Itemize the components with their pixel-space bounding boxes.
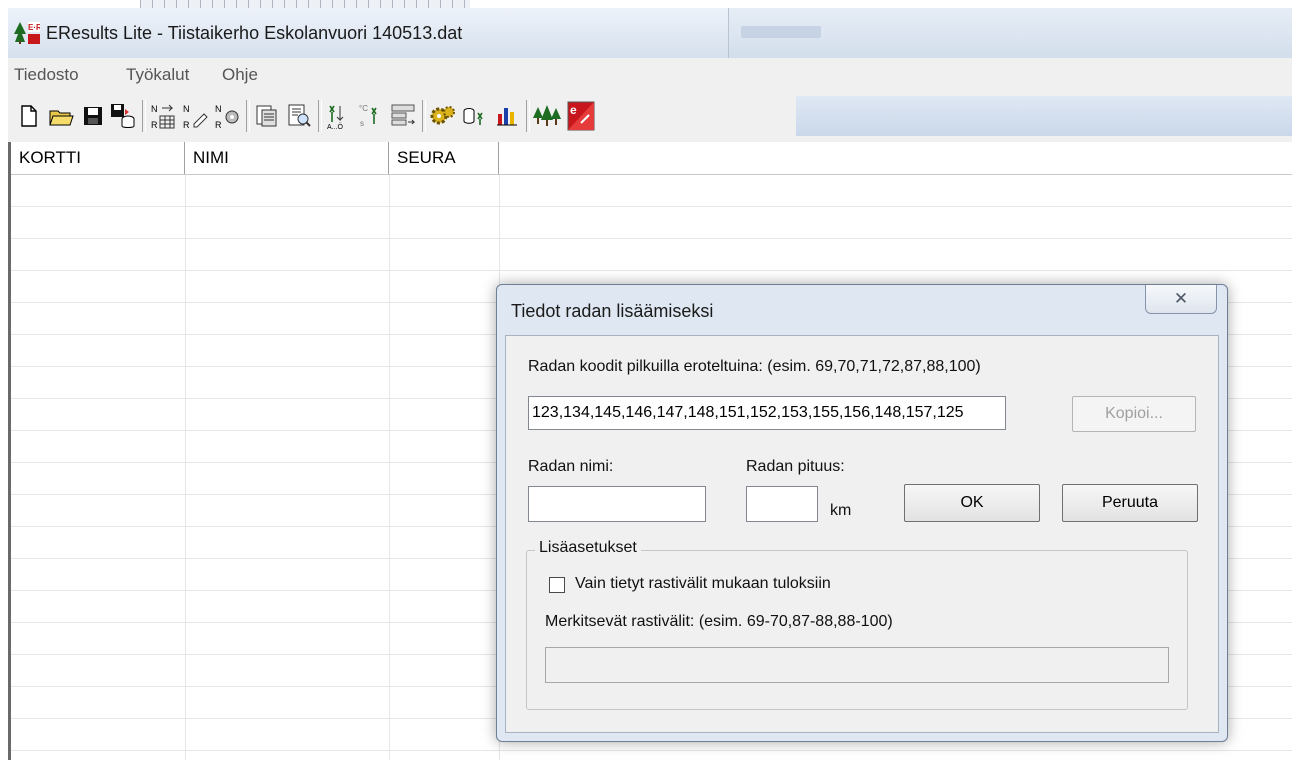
only-selected-legs-checkbox[interactable]	[549, 577, 565, 593]
chart-icon[interactable]	[492, 98, 522, 134]
length-unit-label: km	[830, 502, 852, 519]
close-button[interactable]: ✕	[1145, 285, 1217, 314]
menu-bar: Tiedosto Työkalut Ohje	[8, 58, 1292, 93]
grid-column-divider	[389, 175, 390, 760]
cancel-button[interactable]: Peruuta	[1062, 484, 1198, 522]
ruler-strip	[140, 0, 470, 8]
copy-button[interactable]: Kopioi...	[1072, 396, 1196, 432]
significant-legs-input[interactable]	[545, 647, 1169, 683]
only-selected-legs-label[interactable]: Vain tietyt rastivälit mukaan tuloksiin	[575, 575, 831, 593]
dialog-body: Radan koodit pilkuilla eroteltuina: (esi…	[505, 335, 1219, 733]
filter-icon[interactable]: °C s	[356, 98, 386, 134]
menu-ohje[interactable]: Ohje	[222, 65, 258, 85]
settings-icon[interactable]: NR	[212, 98, 242, 134]
menu-tyokalut[interactable]: Työkalut	[126, 65, 189, 85]
svg-text:N: N	[151, 104, 158, 114]
advanced-settings-group: Lisäasetukset Vain tietyt rastivälit muk…	[526, 539, 1188, 710]
svg-text:N: N	[215, 104, 222, 114]
eresults-icon[interactable]: e	[566, 98, 596, 134]
toolbar-separator	[246, 100, 250, 132]
dialog-title: Tiedot radan lisäämiseksi	[511, 301, 714, 321]
svg-text:e: e	[570, 103, 577, 117]
advanced-settings-legend: Lisäasetukset	[535, 539, 641, 557]
toolbar-blank-area	[796, 96, 1292, 136]
database-icon[interactable]	[460, 98, 490, 134]
background-window-title	[741, 26, 821, 38]
print-preview-icon[interactable]	[284, 98, 314, 134]
menu-tiedosto[interactable]: Tiedosto	[14, 65, 79, 85]
svg-text:N: N	[183, 104, 190, 114]
toolbar-separator	[526, 100, 530, 132]
column-header-nimi[interactable]: NIMI	[185, 142, 389, 174]
course-name-label: Radan nimi:	[528, 458, 614, 475]
edit-icon[interactable]: NR	[180, 98, 210, 134]
app-window: E·R EResults Lite - Tiistaikerho Eskolan…	[0, 0, 1292, 760]
codes-input-value: 123,134,145,146,147,148,151,152,153,155,…	[532, 404, 964, 421]
svg-text:R: R	[183, 120, 190, 130]
window-title: EResults Lite - Tiistaikerho Eskolanvuor…	[46, 23, 463, 43]
sort-icon[interactable]: A...Ö	[324, 98, 354, 134]
column-header-kortti[interactable]: KORTTI	[11, 142, 185, 174]
background-window[interactable]	[728, 8, 1292, 58]
grid-column-divider	[185, 175, 186, 760]
svg-text:°C: °C	[359, 104, 368, 113]
new-file-icon[interactable]	[14, 98, 44, 134]
trees-icon[interactable]	[532, 98, 562, 134]
svg-text:s: s	[360, 119, 364, 128]
svg-text:R: R	[215, 120, 222, 130]
app-logo-icon: E·R	[14, 22, 40, 44]
svg-text:E·R: E·R	[28, 23, 40, 32]
toolbar-separator	[318, 100, 322, 132]
significant-legs-label: Merkitsevät rastivälit: (esim. 69-70,87-…	[545, 613, 893, 630]
course-name-input[interactable]	[528, 486, 706, 522]
open-folder-icon[interactable]	[46, 98, 76, 134]
save-database-icon[interactable]	[108, 98, 138, 134]
column-header-seura[interactable]: SEURA	[389, 142, 499, 174]
course-length-input[interactable]	[746, 486, 818, 522]
save-icon[interactable]	[78, 98, 108, 134]
toolbar-separator	[142, 100, 146, 132]
print-icon[interactable]	[252, 98, 282, 134]
toolbar: NR NR NR A...Ö °C s e	[8, 92, 1292, 143]
course-length-label: Radan pituus:	[746, 458, 845, 475]
import-icon[interactable]: NR	[148, 98, 178, 134]
ok-button[interactable]: OK	[904, 484, 1040, 522]
add-course-dialog: Tiedot radan lisäämiseksi ✕ Radan koodit…	[496, 284, 1228, 742]
codes-label: Radan koodit pilkuilla eroteltuina: (esi…	[528, 358, 981, 375]
close-icon: ✕	[1173, 289, 1189, 308]
toolbar-separator	[422, 100, 426, 132]
split-icon[interactable]	[388, 98, 418, 134]
svg-text:R: R	[151, 120, 158, 130]
grid-header: KORTTI NIMI SEURA	[11, 142, 1292, 175]
gear-icon[interactable]	[428, 98, 458, 134]
codes-input[interactable]: 123,134,145,146,147,148,151,152,153,155,…	[528, 396, 1006, 430]
svg-text:A...Ö: A...Ö	[327, 123, 344, 130]
